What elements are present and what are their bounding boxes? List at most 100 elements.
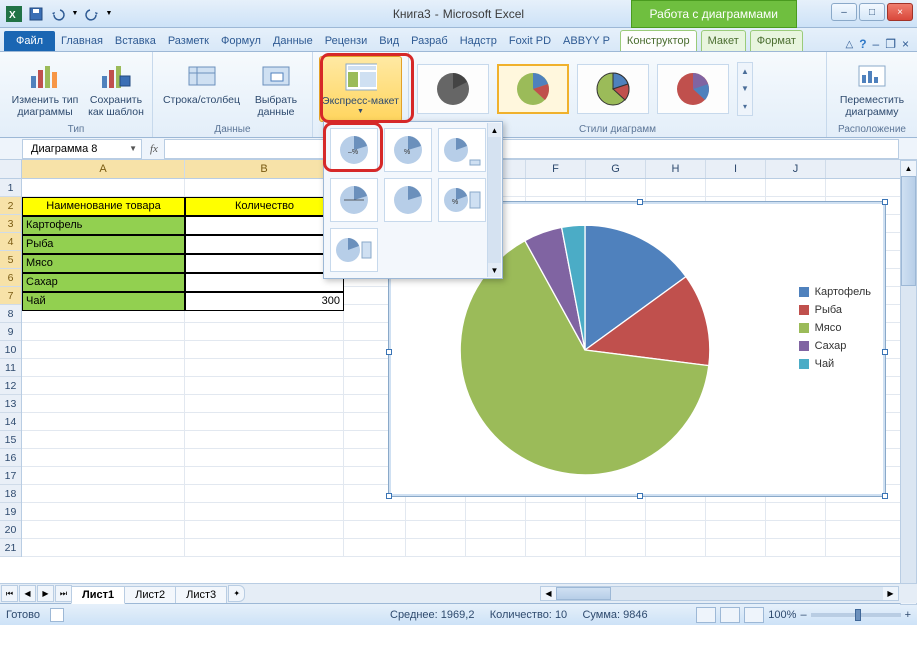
row-header[interactable]: 8	[0, 305, 21, 323]
mdi-minimize-icon[interactable]: –	[873, 37, 880, 51]
tab-abbyy[interactable]: ABBYY P	[557, 31, 616, 51]
select-data-button[interactable]: Выбрать данные	[246, 56, 306, 122]
zoom-in-icon[interactable]: +	[905, 609, 911, 621]
select-all-corner[interactable]	[0, 160, 22, 179]
resize-handle[interactable]	[637, 493, 643, 499]
styles-scrollbar[interactable]: ▲▼▾	[737, 62, 753, 116]
zoom-level[interactable]: 100%	[768, 609, 796, 621]
undo-icon[interactable]	[48, 4, 68, 24]
next-sheet-icon[interactable]: ▶	[37, 585, 54, 602]
macro-record-icon[interactable]	[50, 608, 64, 622]
vertical-scrollbar[interactable]: ▲ ▼	[900, 160, 917, 605]
row-header[interactable]: 16	[0, 449, 21, 467]
table-row-name[interactable]: Рыба	[22, 235, 185, 254]
chart-style-2[interactable]	[497, 64, 569, 114]
view-page-break-icon[interactable]	[744, 607, 764, 623]
scroll-left-icon[interactable]: ◀	[541, 587, 556, 600]
chevron-down-icon[interactable]: ▼	[129, 144, 137, 153]
tab-chart-design[interactable]: Конструктор	[620, 30, 697, 51]
resize-handle[interactable]	[882, 493, 888, 499]
tab-addins[interactable]: Надстр	[454, 31, 503, 51]
row-header[interactable]: 7	[0, 287, 21, 305]
chart-style-4[interactable]	[657, 64, 729, 114]
save-icon[interactable]	[26, 4, 46, 24]
tab-developer[interactable]: Разраб	[405, 31, 454, 51]
new-sheet-icon[interactable]: ✦	[228, 585, 245, 602]
column-header[interactable]: F	[526, 160, 586, 178]
row-header[interactable]: 9	[0, 323, 21, 341]
table-header[interactable]: Количество	[185, 197, 344, 216]
legend-item[interactable]: Чай	[799, 358, 871, 370]
scroll-up-icon[interactable]: ▲	[901, 161, 916, 176]
layout-option-4[interactable]	[330, 178, 378, 222]
qat-customize-icon[interactable]: ▼	[104, 4, 114, 24]
move-chart-button[interactable]: Переместить диаграмму	[833, 56, 911, 122]
row-header[interactable]: 11	[0, 359, 21, 377]
tab-chart-format[interactable]: Формат	[750, 30, 803, 51]
table-row-value[interactable]	[185, 235, 344, 254]
redo-icon[interactable]	[82, 4, 102, 24]
mdi-close-icon[interactable]: ×	[902, 37, 909, 51]
scroll-more-icon[interactable]: ▾	[738, 98, 752, 115]
layout-option-3[interactable]	[438, 128, 486, 172]
tab-foxit[interactable]: Foxit PD	[503, 31, 557, 51]
legend-item[interactable]: Сахар	[799, 340, 871, 352]
row-header[interactable]: 17	[0, 467, 21, 485]
resize-handle[interactable]	[637, 199, 643, 205]
zoom-slider-thumb[interactable]	[855, 609, 861, 621]
row-header[interactable]: 19	[0, 503, 21, 521]
tab-data[interactable]: Данные	[267, 31, 319, 51]
resize-handle[interactable]	[386, 349, 392, 355]
layout-gallery-scrollbar[interactable]: ▲ ▼	[487, 123, 501, 277]
table-row-value[interactable]	[185, 216, 344, 235]
change-chart-type-button[interactable]: Изменить тип диаграммы	[6, 56, 84, 122]
column-header[interactable]: B	[185, 160, 344, 178]
zoom-slider[interactable]	[811, 613, 901, 617]
quick-layout-button[interactable]: Экспресс-макет ▼	[319, 56, 402, 122]
resize-handle[interactable]	[882, 349, 888, 355]
sheet-tab-2[interactable]: Лист2	[124, 586, 176, 603]
table-row-name[interactable]: Сахар	[22, 273, 185, 292]
prev-sheet-icon[interactable]: ◀	[19, 585, 36, 602]
tab-home[interactable]: Главная	[55, 31, 109, 51]
last-sheet-icon[interactable]: ⏭	[55, 585, 72, 602]
resize-handle[interactable]	[386, 493, 392, 499]
view-page-layout-icon[interactable]	[720, 607, 740, 623]
row-header[interactable]: 6	[0, 269, 21, 287]
layout-option-7[interactable]	[330, 228, 378, 272]
tab-file[interactable]: Файл	[4, 31, 55, 51]
sheet-tab-1[interactable]: Лист1	[71, 586, 125, 604]
table-row-value[interactable]: 300	[185, 292, 344, 311]
excel-icon[interactable]: X	[4, 4, 24, 24]
view-normal-icon[interactable]	[696, 607, 716, 623]
row-header[interactable]: 3	[0, 215, 21, 233]
row-header[interactable]: 10	[0, 341, 21, 359]
chart-style-1[interactable]	[417, 64, 489, 114]
table-row-name[interactable]: Мясо	[22, 254, 185, 273]
column-header[interactable]: J	[766, 160, 826, 178]
layout-option-2[interactable]: %	[384, 128, 432, 172]
chart-style-3[interactable]	[577, 64, 649, 114]
resize-handle[interactable]	[882, 199, 888, 205]
table-row-value[interactable]	[185, 273, 344, 292]
formula-input[interactable]	[164, 139, 899, 159]
scroll-thumb[interactable]	[901, 176, 916, 286]
scroll-down-icon[interactable]: ▼	[738, 80, 752, 97]
help-icon[interactable]: ?	[859, 37, 866, 51]
close-button[interactable]: ×	[887, 3, 913, 21]
row-header[interactable]: 21	[0, 539, 21, 557]
tab-chart-layout[interactable]: Макет	[701, 30, 746, 51]
layout-option-6[interactable]: %	[438, 178, 486, 222]
table-row-name[interactable]: Чай	[22, 292, 185, 311]
row-header[interactable]: 18	[0, 485, 21, 503]
row-header[interactable]: 5	[0, 251, 21, 269]
layout-option-1[interactable]: –%	[330, 128, 378, 172]
column-header[interactable]: A	[22, 160, 185, 178]
minimize-ribbon-icon[interactable]: △	[845, 39, 853, 50]
legend-item[interactable]: Картофель	[799, 286, 871, 298]
undo-dropdown-icon[interactable]: ▼	[70, 4, 80, 24]
horizontal-scrollbar[interactable]: ◀ ▶	[540, 586, 899, 601]
scroll-thumb[interactable]	[556, 587, 611, 600]
row-header[interactable]: 15	[0, 431, 21, 449]
zoom-out-icon[interactable]: –	[800, 609, 806, 621]
